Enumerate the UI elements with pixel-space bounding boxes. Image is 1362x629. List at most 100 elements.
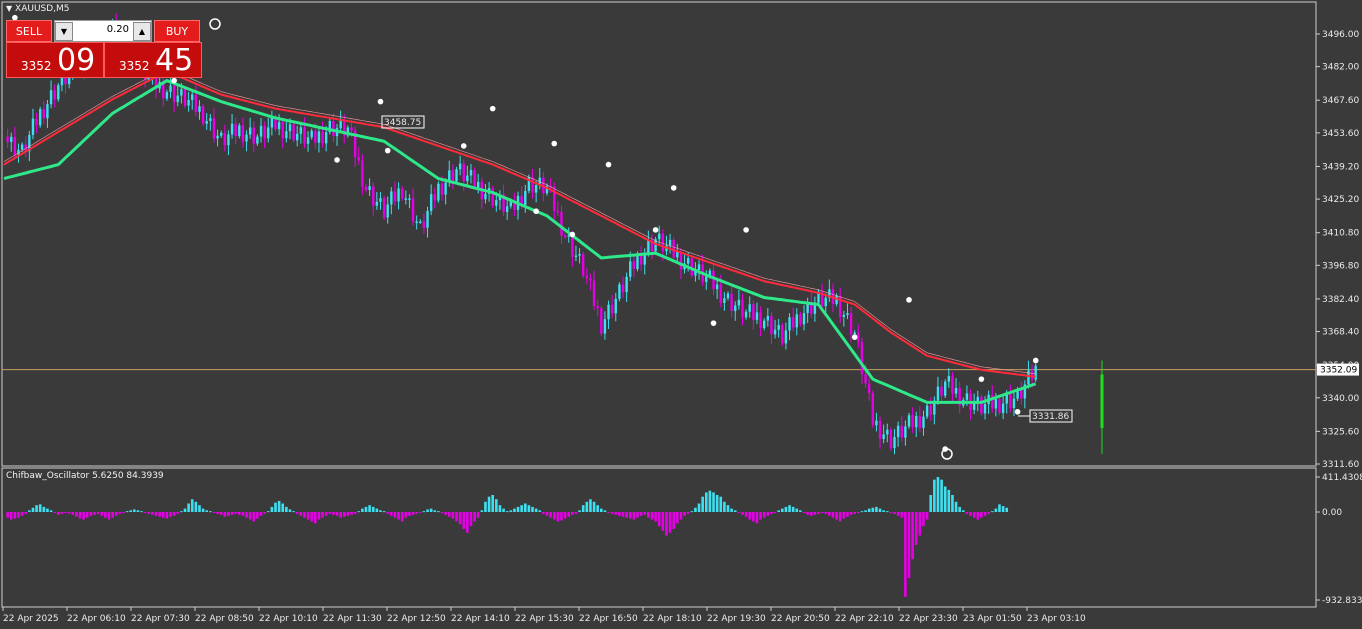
oscillator-bar bbox=[111, 512, 114, 518]
candle-body bbox=[748, 304, 751, 312]
oscillator-bar bbox=[592, 501, 596, 512]
oscillator-bar bbox=[266, 511, 270, 513]
oscillator-bar bbox=[252, 512, 256, 522]
oscillator-bar bbox=[726, 505, 730, 512]
candle-body bbox=[263, 125, 266, 139]
candle-body bbox=[860, 341, 864, 375]
oscillator-bar bbox=[549, 512, 552, 518]
oscillator-bar bbox=[198, 505, 201, 512]
candle-body bbox=[1005, 394, 1008, 404]
oscillator-bar bbox=[567, 512, 571, 517]
candle-body bbox=[900, 425, 903, 438]
oscillator-bar bbox=[596, 505, 599, 512]
oscillator-bar bbox=[129, 510, 132, 512]
candle-body bbox=[252, 127, 255, 144]
oscillator-bar bbox=[791, 506, 795, 512]
oscillator-bar bbox=[93, 512, 96, 515]
price-tick-label: 3467.60 bbox=[1322, 96, 1359, 106]
price-tick-label: 3439.20 bbox=[1322, 162, 1359, 172]
candle-body bbox=[386, 204, 389, 218]
fractal-high-dot bbox=[605, 161, 612, 168]
fractal-high-dot bbox=[743, 227, 749, 233]
candle-body bbox=[429, 194, 433, 211]
oscillator-bar bbox=[643, 512, 647, 515]
oscillator-bar bbox=[505, 511, 509, 513]
triangle-up-icon[interactable]: ▲ bbox=[133, 22, 151, 41]
oscillator-bar bbox=[799, 510, 802, 512]
time-tick-label: 22 Apr 14:10 bbox=[451, 614, 510, 624]
oscillator-bar bbox=[411, 512, 415, 515]
oscillator-bar bbox=[328, 512, 332, 514]
sell-button[interactable]: SELL bbox=[6, 20, 52, 42]
oscillator-bar bbox=[668, 512, 672, 533]
oscillator-bar bbox=[806, 512, 809, 515]
candle-body bbox=[303, 127, 306, 144]
oscillator-bar bbox=[857, 512, 860, 513]
oscillator-bar bbox=[571, 512, 574, 515]
candle-body bbox=[404, 198, 408, 200]
buy-price[interactable]: 3352 45 bbox=[104, 42, 202, 78]
candle-body bbox=[582, 254, 585, 276]
oscillator-bar bbox=[480, 510, 484, 512]
oscillator-bar bbox=[241, 512, 245, 516]
time-tick-label: 22 Apr 2025 bbox=[3, 614, 59, 624]
current-price-label: 3352.09 bbox=[1320, 366, 1357, 376]
candle-body bbox=[339, 120, 342, 129]
candle-body bbox=[477, 181, 480, 188]
oscillator-bar bbox=[607, 512, 610, 513]
oscillator-bar bbox=[404, 512, 408, 518]
oscillator-bar bbox=[35, 505, 38, 512]
oscillator-bar bbox=[1001, 506, 1005, 512]
oscillator-bar bbox=[248, 512, 252, 520]
candle-body bbox=[350, 127, 353, 131]
buy-button[interactable]: BUY bbox=[154, 20, 200, 42]
oscillator-bar bbox=[523, 503, 527, 512]
oscillator-bar bbox=[679, 512, 683, 520]
candle-body bbox=[723, 298, 726, 303]
price-tick-label: 3425.20 bbox=[1322, 195, 1359, 205]
candle-body bbox=[1020, 389, 1023, 399]
candle-body bbox=[46, 104, 49, 119]
candle-body bbox=[466, 175, 469, 182]
candle-body bbox=[936, 386, 940, 401]
triangle-down-icon[interactable]: ▼ bbox=[6, 4, 12, 13]
price-tick-label: 3340.00 bbox=[1322, 394, 1359, 404]
oscillator-bar bbox=[701, 496, 704, 512]
candle-body bbox=[332, 120, 335, 137]
time-tick-label: 23 Apr 01:50 bbox=[963, 614, 1022, 624]
candle-body bbox=[234, 123, 237, 137]
oscillator-bar bbox=[317, 512, 321, 520]
candle-body bbox=[212, 118, 216, 139]
candle-body bbox=[259, 125, 263, 137]
candle-body bbox=[658, 233, 661, 240]
oscillator-bar bbox=[578, 510, 581, 512]
candle-body bbox=[886, 429, 889, 435]
chart-canvas[interactable]: 3458.75 3331.86 3496.00 3482.00 3467.60 3453… bbox=[0, 0, 1362, 629]
oscillator-bar bbox=[219, 512, 223, 515]
oscillator-bar bbox=[379, 510, 382, 512]
candle-body bbox=[610, 304, 614, 314]
candle-body bbox=[408, 198, 411, 200]
candle-body bbox=[1030, 370, 1034, 380]
candle-body bbox=[629, 261, 632, 277]
candle-body bbox=[198, 106, 201, 112]
price-tick-label: 3410.80 bbox=[1322, 229, 1359, 239]
oscillator-bar bbox=[907, 512, 911, 579]
sell-price[interactable]: 3352 09 bbox=[6, 42, 104, 78]
oscillator-bar bbox=[151, 512, 154, 515]
oscillator-bar bbox=[140, 511, 143, 513]
oscillator-bar bbox=[520, 505, 523, 512]
candle-body bbox=[846, 313, 849, 315]
fast-moving-average-line bbox=[3, 78, 1037, 404]
oscillator-bar bbox=[212, 512, 216, 513]
oscillator-bar bbox=[495, 499, 498, 512]
candle-body bbox=[571, 235, 574, 257]
oscillator-bar bbox=[914, 512, 918, 546]
triangle-down-icon[interactable]: ▼ bbox=[55, 22, 73, 41]
oscillator-bar bbox=[661, 512, 665, 531]
oscillator-bar bbox=[78, 512, 82, 519]
oscillator-bar bbox=[632, 512, 636, 520]
lot-input[interactable] bbox=[73, 22, 129, 37]
oscillator-bar bbox=[795, 508, 799, 512]
candle-body bbox=[306, 137, 310, 144]
